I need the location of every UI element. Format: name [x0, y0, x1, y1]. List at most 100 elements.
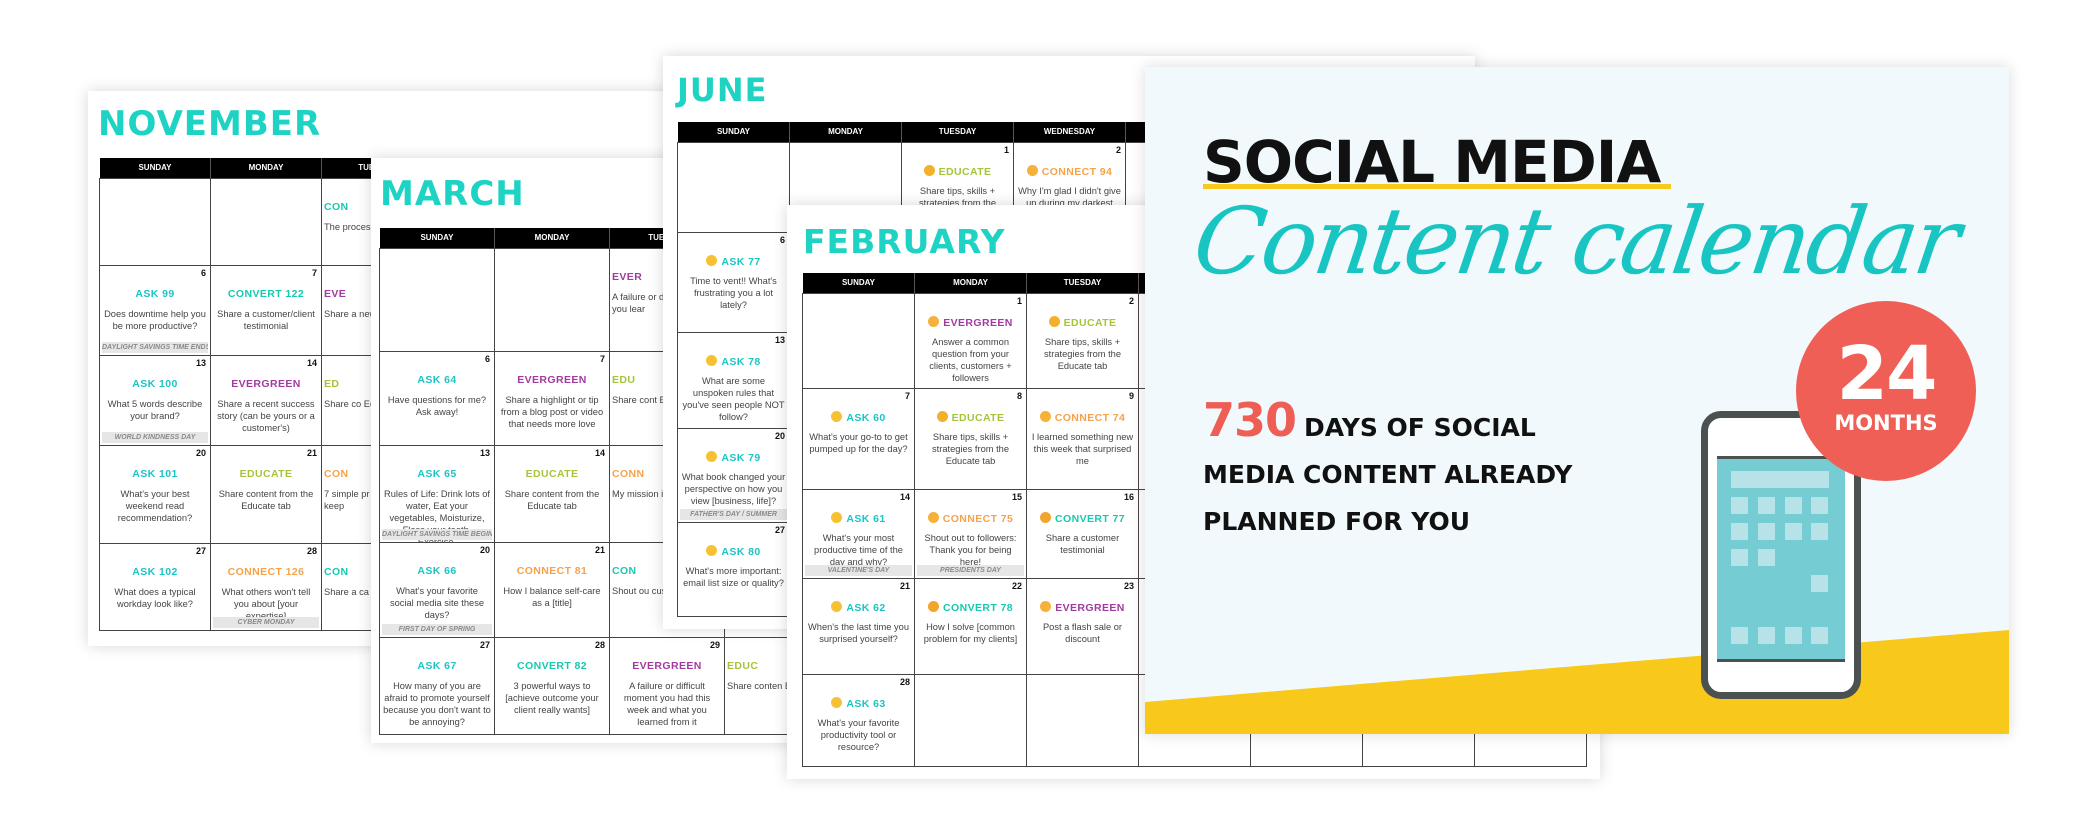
post-category: CONVERT 77 [1027, 512, 1138, 525]
calendar-day-cell[interactable]: 21 ASK 62 When's the last time you surpris… [802, 578, 915, 675]
calendar-day-cell[interactable]: 23 EVERGREEN Post a flash sale or discount [1026, 578, 1139, 675]
calendar-day-cell[interactable]: 20 ASK 101 What's your best weekend read r… [99, 445, 211, 544]
calendar-day-cell[interactable]: 27 ASK 80 What's more important: email lis… [677, 522, 790, 617]
post-category: ASK 61 [803, 512, 914, 525]
post-category: ASK 80 [678, 545, 789, 558]
calendar-day-cell[interactable]: 13 ASK 78 What are some unspoken rules tha… [677, 332, 790, 429]
post-category: ASK 65 [380, 468, 494, 480]
category-label: ASK 64 [417, 374, 457, 386]
calendar-day-cell[interactable]: 28 CONVERT 82 3 powerful ways to [achieve … [494, 637, 610, 735]
calendar-day-cell[interactable] [210, 178, 322, 266]
day-number: 7 [904, 391, 910, 401]
category-label: EVERGREEN [1055, 602, 1125, 614]
thinking-face-icon [706, 255, 718, 266]
day-number: 8 [1016, 391, 1022, 401]
holiday-note: WORLD KINDNESS DAY [102, 432, 208, 443]
day-number: 6 [200, 268, 206, 278]
day-number: 14 [306, 358, 317, 368]
calendar-day-cell[interactable]: 14 EVERGREEN Share a recent success story … [210, 355, 322, 446]
calendar-day-cell[interactable]: 27 ASK 67 How many of you are afraid to pr… [379, 637, 495, 735]
calendar-day-cell[interactable] [379, 248, 495, 352]
post-category: ASK 101 [100, 468, 210, 480]
screen-tile [1811, 523, 1828, 540]
post-category: ASK 77 [678, 255, 789, 268]
category-label: EVERGREEN [231, 378, 301, 390]
post-prompt: What's your most productive time of the … [814, 533, 903, 568]
thinking-face-icon [831, 411, 843, 422]
post-prompt: How I solve [common problem for my clien… [923, 622, 1018, 645]
day-number: 14 [594, 448, 605, 458]
day-number: 28 [594, 640, 605, 650]
calendar-day-cell[interactable]: 27 ASK 102 What does a typical workday loo… [99, 543, 211, 631]
day-number: 22 [1011, 581, 1022, 591]
calendar-day-cell[interactable]: 13 ASK 100 What 5 words describe your bran… [99, 355, 211, 446]
calendar-day-cell[interactable] [99, 178, 211, 266]
calendar-day-cell[interactable]: 8 EDUCATE Share tips, skills + strategies … [914, 388, 1027, 490]
calendar-day-cell[interactable]: 6 ASK 64 Have questions for me? Ask away! [379, 351, 495, 446]
post-prompt: Share a customer testimonial [1045, 533, 1120, 556]
calendar-day-cell[interactable]: 14 EDUCATE Share content from the Educate … [494, 445, 610, 543]
calendar-day-cell[interactable]: 16 CONVERT 77 Share a customer testimonial [1026, 489, 1139, 579]
category-label: EVE [324, 288, 347, 300]
post-category: EDUCATE [211, 468, 321, 480]
post-category: CONNECT 126 [211, 566, 321, 578]
calendar-day-cell[interactable] [1026, 674, 1139, 767]
calendar-day-cell[interactable]: 20 ASK 79 What book changed your perspecti… [677, 428, 790, 523]
hugging-face-icon [1040, 601, 1052, 612]
category-label: EDUCATE [239, 468, 293, 480]
thinking-face-icon [831, 697, 843, 708]
post-prompt: How I balance self-care as a [title] [503, 586, 601, 609]
calendar-day-cell[interactable]: 2 EDUCATE Share tips, skills + strategies … [1026, 293, 1139, 389]
calendar-day-cell[interactable]: 29 EVERGREEN A failure or difficult moment… [609, 637, 725, 735]
weekday-header: SUNDAY [803, 273, 915, 293]
waving-hand-icon [1026, 165, 1038, 176]
category-label: CONVERT 122 [227, 288, 305, 300]
calendar-day-cell[interactable]: 15 CONNECT 75 Shout out to followers: Than… [914, 489, 1027, 579]
day-number: 2 [1115, 145, 1121, 155]
day-number: 7 [311, 268, 317, 278]
calendar-day-cell[interactable]: 21 EDUCATE Share content from the Educate … [210, 445, 322, 544]
calendar-day-cell[interactable] [802, 293, 915, 389]
post-category: EDUCATE [915, 411, 1026, 424]
calendar-day-cell[interactable]: 14 ASK 61 What's your most productive time… [802, 489, 915, 579]
weekday-header: SUNDAY [380, 228, 495, 248]
day-number: 9 [1128, 391, 1134, 401]
weekday-header: SUNDAY [100, 158, 211, 178]
calendar-day-cell[interactable]: 7 ASK 60 What's your go-to to get pumped u… [802, 388, 915, 490]
weekday-header: TUESDAY [1027, 273, 1139, 293]
post-category: EVERGREEN [915, 316, 1026, 329]
day-number: 29 [709, 640, 720, 650]
category-label: CONNECT 75 [942, 513, 1014, 525]
calendar-day-cell[interactable]: 13 ASK 65 Rules of Life: Drink lots of wat… [379, 445, 495, 547]
calendar-day-cell[interactable]: 1 EVERGREEN Answer a common question from … [914, 293, 1027, 389]
calendar-day-cell[interactable]: 28 CONNECT 126 What others won't tell you … [210, 543, 322, 631]
thinking-face-icon [706, 545, 718, 556]
calendar-day-cell[interactable]: 9 CONNECT 74 I learned something new this … [1026, 388, 1139, 490]
calendar-day-cell[interactable]: 22 CONVERT 78 How I solve [common problem … [914, 578, 1027, 675]
post-category: EVERGREEN [495, 374, 609, 386]
calendar-day-cell[interactable]: 28 ASK 63 What's your favorite productivit… [802, 674, 915, 767]
calendar-day-cell[interactable]: 6 ASK 77 Time to vent!! What's frustrating… [677, 232, 790, 333]
calendar-day-cell[interactable] [677, 142, 790, 233]
calendar-day-cell[interactable]: 21 CONNECT 81 How I balance self-care as a… [494, 542, 610, 638]
category-label: EDUCATE [951, 412, 1005, 424]
screen-tile [1758, 627, 1775, 644]
calendar-day-cell[interactable]: 6 ASK 99 Does downtime help you be more pr… [99, 265, 211, 356]
holiday-note: FIRST DAY OF SPRING [382, 624, 492, 635]
phone-screen [1717, 456, 1845, 662]
category-label: ASK 66 [417, 565, 457, 577]
calendar-day-cell[interactable]: 20 ASK 66 What's your favorite social medi… [379, 542, 495, 638]
calendar-day-cell[interactable]: 7 EVERGREEN Share a highlight or tip from … [494, 351, 610, 446]
category-label: EVERGREEN [943, 317, 1013, 329]
screen-tile [1811, 575, 1828, 592]
calendar-day-cell[interactable]: 7 CONVERT 122 Share a customer/client test… [210, 265, 322, 356]
category-label: EDUCATE [525, 468, 579, 480]
day-number: 13 [195, 358, 206, 368]
calendar-day-cell[interactable] [494, 248, 610, 352]
thinking-face-icon [831, 601, 843, 612]
post-category: ASK 102 [100, 566, 210, 578]
screen-tile [1731, 627, 1748, 644]
calendar-day-cell[interactable] [914, 674, 1027, 767]
day-number: 15 [1011, 492, 1022, 502]
holiday-note: CYBER MONDAY [213, 617, 319, 628]
